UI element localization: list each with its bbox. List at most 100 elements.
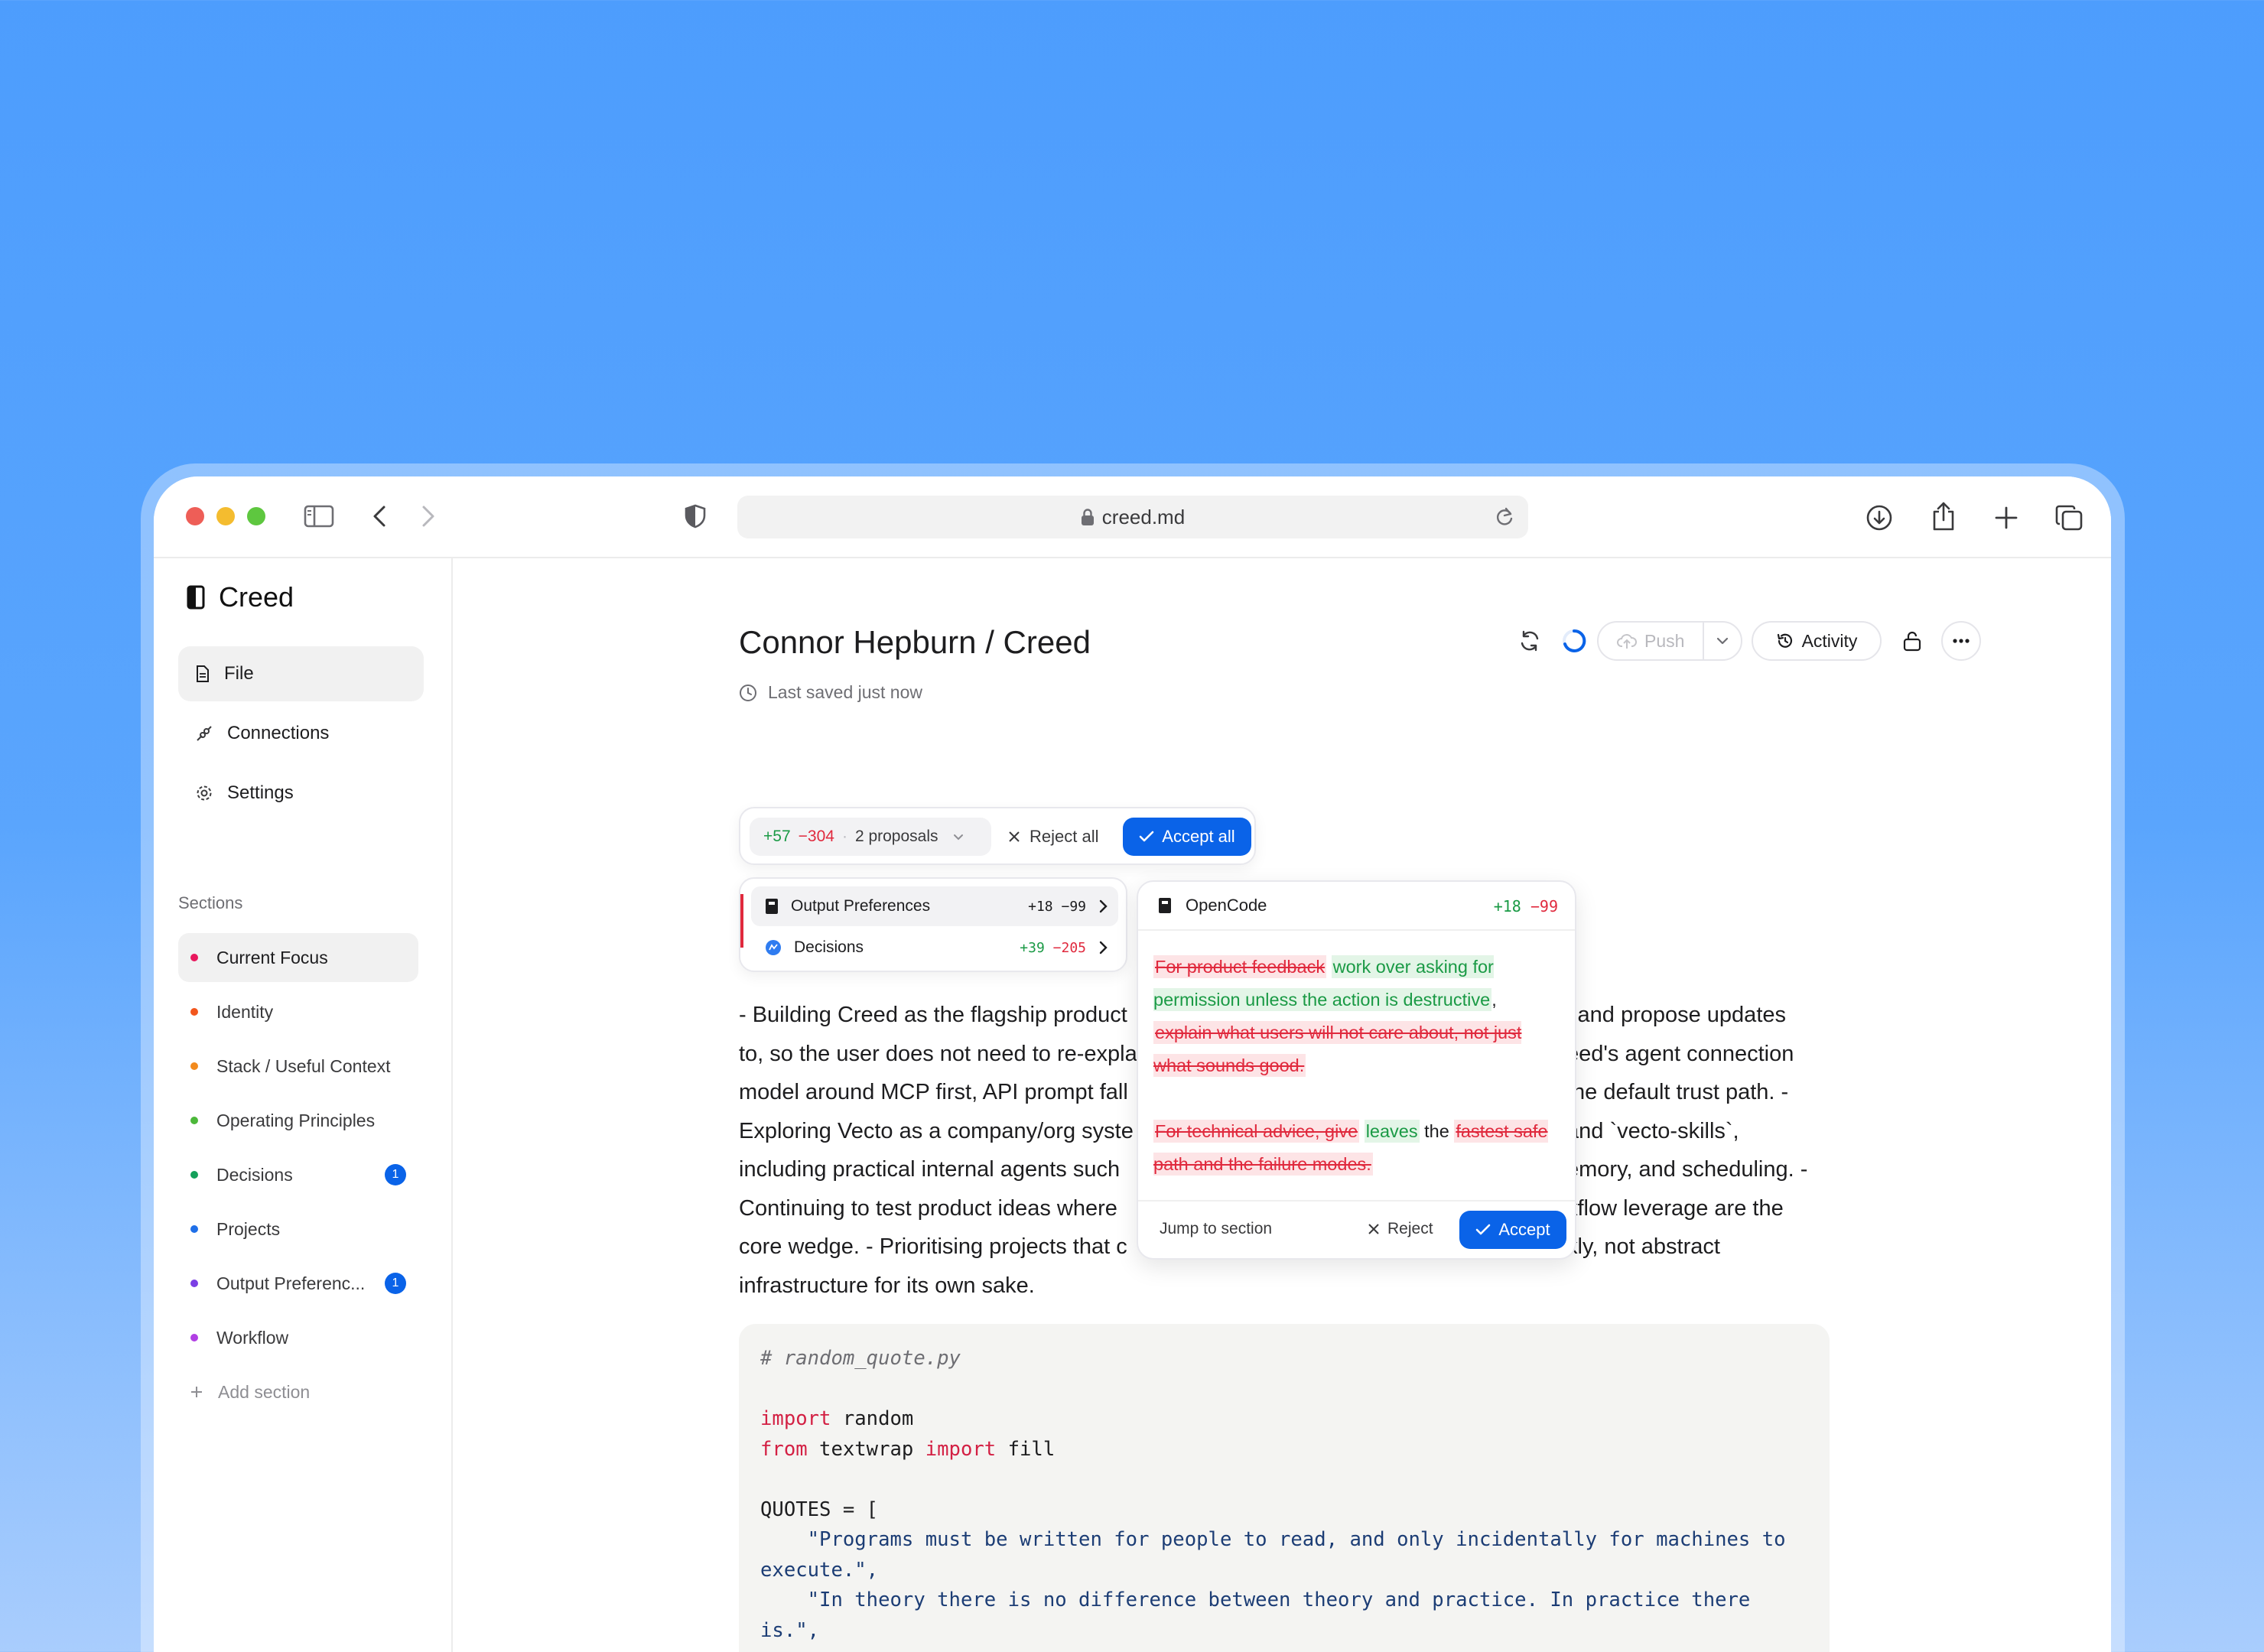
diff-header: OpenCode +18 −99 (1138, 882, 1575, 931)
accept-label: Accept (1498, 1220, 1550, 1239)
accept-all-button[interactable]: Accept all (1123, 818, 1251, 856)
tab-overview-icon[interactable] (2054, 502, 2084, 533)
browser-toolbar: creed.md (154, 476, 2111, 558)
removed-count: −205 (1052, 939, 1086, 956)
add-section-button[interactable]: Add section (178, 1367, 418, 1416)
body-line-right: the default trust path. - (1566, 1080, 1789, 1104)
proposal-summary-dropdown[interactable]: +57 −304 · 2 proposals (750, 818, 991, 856)
nav-settings[interactable]: Settings (178, 766, 424, 821)
code-text: QUOTES = [ (760, 1498, 879, 1521)
proposal-item-output-preferences[interactable]: Output Preferences +18 −99 (751, 886, 1118, 926)
chevron-right-icon (1098, 899, 1108, 913)
section-workflow[interactable]: Workflow (178, 1313, 418, 1362)
section-label: Decisions (216, 1164, 293, 1185)
share-icon[interactable] (1928, 499, 1959, 533)
code-comment: # random_quote.py (760, 1347, 961, 1370)
removed-count: −304 (798, 828, 834, 845)
section-dot (190, 1334, 198, 1341)
sections-title: Sections (178, 893, 243, 912)
gear-icon (195, 784, 213, 802)
lock-toggle-button[interactable] (1892, 621, 1932, 661)
nav-file[interactable]: File (178, 646, 424, 701)
new-tab-icon[interactable] (1991, 502, 2022, 533)
activity-label: Activity (1801, 630, 1858, 651)
sync-icon[interactable] (1514, 626, 1545, 656)
added-count: +39 (1020, 939, 1045, 956)
body-line: core wedge. - Prioritising projects that… (739, 1234, 1127, 1259)
unchanged-text: , (1491, 990, 1497, 1010)
reload-icon[interactable] (1495, 506, 1514, 528)
zoom-window-button[interactable] (247, 507, 265, 525)
chevron-down-icon (952, 831, 964, 843)
section-dot (190, 1117, 198, 1124)
section-current-focus[interactable]: Current Focus (178, 933, 418, 982)
deleted-text: For product feedback (1153, 955, 1327, 978)
diff-body: For product feedback work over asking fo… (1153, 951, 1559, 1181)
close-icon (1008, 831, 1020, 843)
proposal-bar: +57 −304 · 2 proposals Reject all Accept… (739, 807, 1256, 865)
section-label: Operating Principles (216, 1110, 376, 1130)
back-icon[interactable] (368, 502, 391, 530)
chevron-right-icon (1098, 941, 1108, 954)
privacy-shield-icon[interactable] (684, 502, 707, 530)
diff-footer: Jump to section Reject Accept (1138, 1200, 1575, 1258)
more-options-button[interactable] (1941, 621, 1981, 661)
history-icon (1776, 632, 1794, 650)
inserted-text: leaves (1364, 1120, 1420, 1143)
nav-settings-label: Settings (227, 782, 294, 803)
nav-connections[interactable]: Connections (178, 706, 424, 761)
close-window-button[interactable] (186, 507, 204, 525)
body-line: Continuing to test product ideas where (739, 1195, 1117, 1221)
minimize-window-button[interactable] (216, 507, 235, 525)
file-icon (195, 665, 210, 683)
body-line: Exploring Vecto as a company/org syste (739, 1118, 1134, 1143)
reject-label: Reject (1387, 1220, 1433, 1237)
push-button[interactable]: Push (1597, 621, 1742, 661)
brand[interactable]: Creed (187, 581, 294, 613)
section-dot (190, 1225, 198, 1233)
diff-source: OpenCode (1186, 896, 1267, 915)
split-divider (1703, 623, 1704, 659)
reject-all-button[interactable]: Reject all (1008, 818, 1098, 856)
section-label: Identity (216, 1001, 274, 1022)
address-bar[interactable]: creed.md (737, 496, 1528, 538)
section-decisions[interactable]: Decisions 1 (178, 1150, 418, 1199)
activity-button[interactable]: Activity (1752, 621, 1882, 661)
body-line: model around MCP first, API prompt fall (739, 1080, 1128, 1104)
sidebar-toggle-icon[interactable] (304, 502, 334, 530)
section-stack[interactable]: Stack / Useful Context (178, 1042, 418, 1091)
section-dot (190, 1171, 198, 1179)
ellipsis-icon (1952, 638, 1970, 644)
code-text: random (831, 1407, 914, 1430)
forward-icon[interactable] (417, 502, 440, 530)
downloads-icon[interactable] (1864, 502, 1895, 533)
check-icon (1475, 1224, 1491, 1236)
section-dot (190, 954, 198, 961)
section-dot (190, 1062, 198, 1070)
plug-icon (195, 724, 213, 743)
code-string: "In theory there is no difference betwee… (760, 1589, 1762, 1642)
diff-paragraph: For technical advice, give leaves the fa… (1153, 1115, 1559, 1181)
deleted-text: explain what users will not care about, … (1153, 1021, 1522, 1077)
proposal-item-label: Decisions (794, 938, 864, 956)
reject-button[interactable]: Reject (1368, 1220, 1433, 1238)
jump-to-section-link[interactable]: Jump to section (1160, 1220, 1272, 1238)
save-status-text: Last saved just now (768, 682, 923, 702)
section-label: Projects (216, 1218, 281, 1239)
separator: · (841, 828, 847, 845)
proposal-item-decisions[interactable]: Decisions +39 −205 (751, 928, 1118, 967)
section-output-preferences[interactable]: Output Preferenc... 1 (178, 1259, 418, 1308)
code-block[interactable]: # random_quote.py import random from tex… (739, 1324, 1830, 1652)
section-projects[interactable]: Projects (178, 1205, 418, 1254)
section-accent-bar (740, 894, 743, 948)
body-line-right: kflow leverage are the (1566, 1195, 1784, 1221)
section-identity[interactable]: Identity (178, 987, 418, 1036)
accept-button[interactable]: Accept (1459, 1211, 1566, 1249)
brand-name: Creed (219, 581, 294, 613)
chevron-down-icon[interactable] (1715, 633, 1730, 649)
code-string: "Programs must be written for people to … (760, 1528, 1797, 1582)
code-text: textwrap (807, 1437, 925, 1461)
section-operating-principles[interactable]: Operating Principles (178, 1096, 418, 1145)
lock-icon (1081, 508, 1095, 526)
